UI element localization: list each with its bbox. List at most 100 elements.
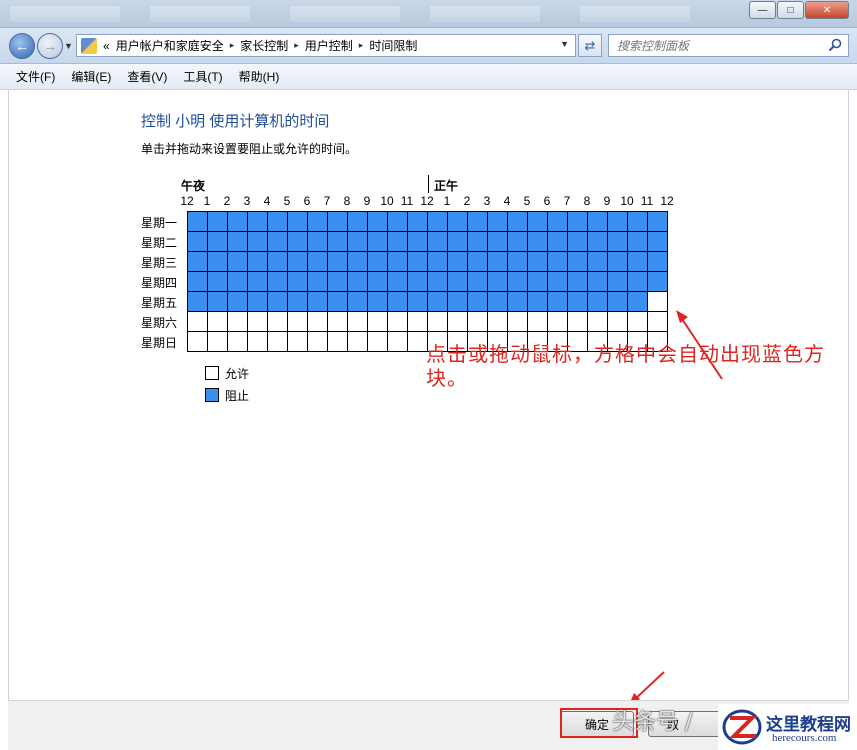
hour-cell[interactable] — [308, 272, 328, 292]
hour-cell[interactable] — [488, 272, 508, 292]
hour-cell[interactable] — [388, 332, 408, 352]
address-dropdown-icon[interactable]: ▼ — [560, 39, 569, 49]
hour-cell[interactable] — [248, 332, 268, 352]
hour-cell[interactable] — [388, 272, 408, 292]
hour-cell[interactable] — [528, 252, 548, 272]
hour-cell[interactable] — [368, 292, 388, 312]
hour-cell[interactable] — [608, 232, 628, 252]
hour-cell[interactable] — [548, 212, 568, 232]
hour-cell[interactable] — [568, 292, 588, 312]
hour-cell[interactable] — [408, 212, 428, 232]
hour-cell[interactable] — [648, 252, 668, 272]
hour-cell[interactable] — [328, 332, 348, 352]
hour-cell[interactable] — [188, 252, 208, 272]
refresh-button[interactable]: ⇄ — [578, 34, 602, 57]
hour-cell[interactable] — [448, 292, 468, 312]
hour-cell[interactable] — [448, 232, 468, 252]
hour-cell[interactable] — [288, 232, 308, 252]
search-input[interactable] — [617, 38, 817, 53]
hour-cell[interactable] — [548, 272, 568, 292]
hour-cell[interactable] — [488, 232, 508, 252]
hour-cell[interactable] — [388, 212, 408, 232]
hour-cell[interactable] — [428, 212, 448, 232]
hour-cell[interactable] — [268, 212, 288, 232]
breadcrumb-separator-icon[interactable]: ▸ — [294, 40, 299, 51]
hour-cell[interactable] — [468, 252, 488, 272]
hour-cell[interactable] — [308, 212, 328, 232]
hour-cell[interactable] — [528, 272, 548, 292]
hour-cell[interactable] — [528, 292, 548, 312]
hour-cell[interactable] — [428, 272, 448, 292]
hour-cell[interactable] — [548, 312, 568, 332]
hour-cell[interactable] — [288, 292, 308, 312]
hour-cell[interactable] — [328, 292, 348, 312]
hour-cell[interactable] — [228, 252, 248, 272]
menu-view[interactable]: 查看(V) — [119, 68, 175, 85]
hour-cell[interactable] — [628, 292, 648, 312]
hour-cell[interactable] — [588, 212, 608, 232]
hour-cell[interactable] — [648, 232, 668, 252]
hour-cell[interactable] — [428, 232, 448, 252]
hour-cell[interactable] — [268, 232, 288, 252]
close-button[interactable]: ✕ — [805, 1, 849, 19]
hour-cell[interactable] — [468, 232, 488, 252]
hour-cell[interactable] — [528, 232, 548, 252]
hour-cell[interactable] — [428, 292, 448, 312]
hour-cell[interactable] — [248, 232, 268, 252]
hour-cell[interactable] — [308, 292, 328, 312]
hour-cell[interactable] — [648, 292, 668, 312]
breadcrumb-separator-icon[interactable]: ▸ — [359, 40, 364, 51]
hour-cell[interactable] — [368, 252, 388, 272]
hour-cell[interactable] — [188, 212, 208, 232]
hour-cell[interactable] — [348, 212, 368, 232]
hour-cell[interactable] — [268, 312, 288, 332]
hour-cell[interactable] — [568, 312, 588, 332]
hour-cell[interactable] — [388, 312, 408, 332]
hour-cell[interactable] — [488, 252, 508, 272]
hour-cell[interactable] — [648, 312, 668, 332]
hour-cell[interactable] — [548, 232, 568, 252]
hour-cell[interactable] — [408, 232, 428, 252]
hour-cell[interactable] — [508, 272, 528, 292]
hour-cell[interactable] — [268, 252, 288, 272]
hour-cell[interactable] — [568, 272, 588, 292]
hour-cell[interactable] — [248, 272, 268, 292]
hour-cell[interactable] — [248, 292, 268, 312]
hour-cell[interactable] — [368, 272, 388, 292]
hour-cell[interactable] — [328, 232, 348, 252]
hour-cell[interactable] — [468, 212, 488, 232]
hour-cell[interactable] — [348, 312, 368, 332]
hour-cell[interactable] — [208, 332, 228, 352]
hour-cell[interactable] — [388, 232, 408, 252]
hour-cell[interactable] — [208, 212, 228, 232]
address-bar[interactable]: « 用户帐户和家庭安全 ▸ 家长控制 ▸ 用户控制 ▸ 时间限制 ▼ — [76, 34, 576, 57]
hour-cell[interactable] — [188, 332, 208, 352]
hour-cell[interactable] — [208, 292, 228, 312]
menu-file[interactable]: 文件(F) — [8, 68, 63, 85]
breadcrumb-user-controls[interactable]: 用户控制 — [305, 37, 353, 54]
hour-cell[interactable] — [228, 232, 248, 252]
hour-cell[interactable] — [368, 332, 388, 352]
hour-cell[interactable] — [228, 292, 248, 312]
hour-cell[interactable] — [308, 312, 328, 332]
hour-cell[interactable] — [568, 252, 588, 272]
menu-edit[interactable]: 编辑(E) — [63, 68, 119, 85]
hour-cell[interactable] — [608, 272, 628, 292]
hour-cell[interactable] — [348, 332, 368, 352]
search-icon[interactable] — [828, 38, 842, 52]
hour-cell[interactable] — [528, 312, 548, 332]
breadcrumb-parental-controls[interactable]: 家长控制 — [240, 37, 288, 54]
hour-cell[interactable] — [628, 312, 648, 332]
hour-cell[interactable] — [508, 252, 528, 272]
hour-cell[interactable] — [348, 292, 368, 312]
hour-cell[interactable] — [648, 272, 668, 292]
hour-cell[interactable] — [508, 232, 528, 252]
hour-cell[interactable] — [408, 292, 428, 312]
hour-cell[interactable] — [348, 232, 368, 252]
hour-cell[interactable] — [408, 272, 428, 292]
breadcrumb-time-limits[interactable]: 时间限制 — [369, 37, 417, 54]
hour-cell[interactable] — [308, 252, 328, 272]
hour-cell[interactable] — [288, 252, 308, 272]
hour-cell[interactable] — [588, 232, 608, 252]
hour-cell[interactable] — [548, 252, 568, 272]
